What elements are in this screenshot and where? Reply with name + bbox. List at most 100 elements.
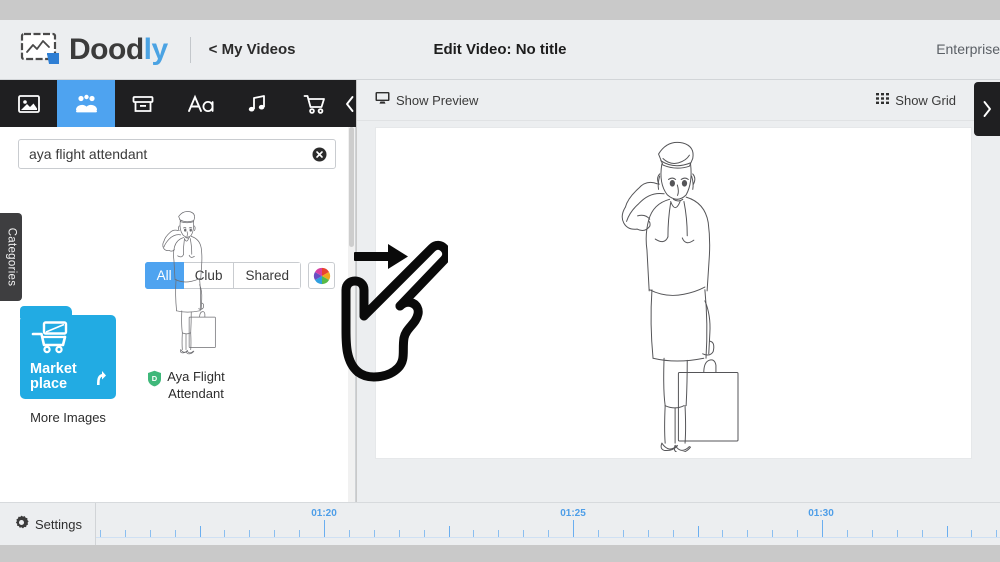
ruler-time-label: 01:20 [311,508,337,519]
ruler-tick [224,530,226,537]
ruler-tick [996,530,998,537]
canvas-area: Show Preview Show Grid [357,80,1000,502]
ruler-tick [149,530,151,537]
tool-props[interactable] [115,80,172,127]
asset-caption-text: Aya Flight Attendant [167,368,225,402]
whiteboard-sketch-icon [18,30,64,70]
ruler-tick [747,530,749,537]
timeline-ruler[interactable]: 01:20 01:25 01:30 [96,503,1000,545]
asset-toolbar [0,80,356,127]
categories-tab-label: Categories [5,227,17,287]
show-grid-label: Show Grid [895,92,956,108]
ruler-tick [871,530,873,537]
search-box[interactable] [18,139,336,169]
asset-caption: D Aya Flight Attendant [126,368,246,402]
panel-expand-button[interactable] [974,82,1000,136]
ruler-tick [348,530,350,537]
ruler-tick [622,530,624,537]
ruler-tick [822,520,823,537]
stage-flight-attendant-line-art [621,141,738,452]
ruler-baseline [96,537,1000,538]
tool-text[interactable] [172,80,229,127]
shopping-cart-icon [31,320,75,359]
search-input[interactable] [19,146,312,162]
asset-thumbnail [126,211,246,358]
ruler-tick [274,530,276,537]
settings-label: Settings [35,516,82,532]
marketplace-cell[interactable]: Market place More Images [8,306,128,426]
chevron-right-icon [983,101,991,117]
flight-attendant-line-art [162,211,216,355]
header-divider [189,36,191,63]
ruler-tick [548,530,550,537]
asset-item-aya-flight-attendant[interactable]: D Aya Flight Attendant [126,211,246,402]
chevron-left-icon [346,95,354,112]
show-preview-label: Show Preview [396,92,479,108]
ruler-tick [921,530,923,537]
window-chrome-top [0,0,1000,20]
ruler-tick [597,530,599,537]
window-chrome-bottom [0,545,1000,562]
search-row [0,127,356,169]
ruler-tick [523,530,525,537]
ruler-tick [647,530,649,537]
show-grid-button[interactable]: Show Grid [876,91,956,109]
doodly-app: Doodly < My Videos Edit Video: No title … [0,0,1000,562]
ruler-tick [722,530,724,537]
ruler-tick [124,530,126,537]
marketplace-label-line2: place [30,376,68,392]
arrow-up-icon [93,370,107,391]
asset-results-grid: Market place More Images D Aya Flight At… [0,211,356,502]
canvas-toolbar: Show Preview Show Grid [357,80,1000,136]
ruler-tick [697,526,699,537]
panel-scrollbar[interactable] [348,127,355,502]
tool-images[interactable] [0,80,57,127]
account-label[interactable]: Enterprise [936,41,1000,57]
ruler-tick [971,530,973,537]
ruler-time-label: 01:25 [560,508,586,519]
timeline: Settings 01:20 01:25 01:30 [0,502,1000,545]
marketplace-card[interactable]: Market place [20,306,116,399]
ruler-tick [498,530,500,537]
ruler-tick [896,530,898,537]
settings-button[interactable]: Settings [0,503,96,545]
logo[interactable]: Doodly [18,30,168,70]
ruler-tick [99,530,101,537]
show-preview-button[interactable]: Show Preview [375,91,478,110]
ruler-tick [373,530,375,537]
ruler-tick [448,526,450,537]
asset-caption-line2: Attendant [168,386,224,401]
marketplace-label-line1: Market [30,361,77,377]
panel-collapse-button[interactable] [344,80,356,127]
svg-text:D: D [152,374,158,383]
video-stage[interactable] [376,128,971,458]
asset-caption-line1: Aya Flight [167,369,225,384]
ruler-tick [473,530,475,537]
ruler-tick [846,530,848,537]
marketplace-label: Market place [30,362,77,392]
clear-circle-icon[interactable] [312,147,327,162]
categories-tab[interactable]: Categories [0,213,22,301]
tool-music[interactable] [229,80,286,127]
asset-panel: All Club Shared Categories [0,80,356,562]
grid-icon [876,91,890,109]
ruler-tick [299,530,301,537]
ruler-tick [772,530,774,537]
ruler-tick [573,520,574,537]
tool-characters[interactable] [57,80,115,127]
ruler-tick [249,530,251,537]
monitor-icon [375,91,390,110]
ruler-tick [423,530,425,537]
logo-text: Doodly [69,33,168,67]
ruler-tick [324,520,325,537]
marketplace-caption: More Images [30,410,106,425]
doodly-badge-icon: D [147,370,162,391]
tool-marketplace[interactable] [287,80,344,127]
ruler-tick [946,526,948,537]
ruler-tick [398,530,400,537]
gear-icon [14,515,29,533]
logo-text-dark: Dood [69,32,144,66]
my-videos-link[interactable]: < My Videos [209,41,296,58]
ruler-tick [797,530,799,537]
logo-text-blue: ly [143,32,169,66]
